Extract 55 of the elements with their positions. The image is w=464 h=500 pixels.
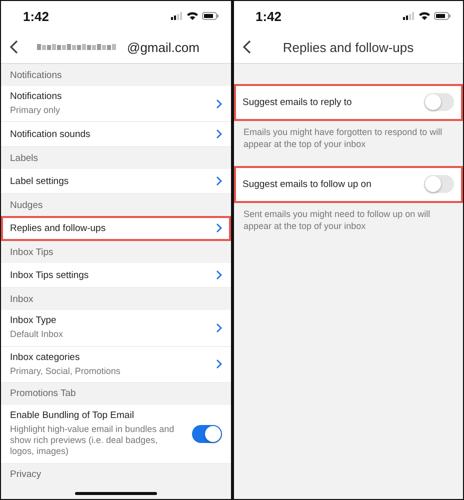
setting-subtitle: Primary, Social, Promotions — [10, 366, 122, 377]
settings-row[interactable]: Label settings — [1, 169, 230, 194]
chevron-right-icon — [216, 322, 222, 333]
settings-row[interactable]: Suggest emails to follow up on — [234, 166, 463, 204]
chevron-right-icon — [216, 359, 222, 370]
settings-row[interactable]: Notification sounds — [1, 122, 230, 148]
setting-subtitle: Primary only — [10, 105, 62, 116]
section-header: Promotions Tab — [9, 387, 77, 402]
section-header: Labels — [9, 152, 39, 166]
section-header: Inbox Tips — [9, 246, 54, 260]
section-header: Privacy — [9, 468, 42, 482]
chevron-right-icon — [216, 98, 222, 109]
toggle-switch[interactable] — [424, 93, 454, 111]
setting-label: Suggest emails to reply to — [242, 96, 353, 108]
setting-label: Notification sounds — [10, 128, 92, 140]
settings-row[interactable]: Inbox categories Primary, Social, Promotions — [1, 346, 230, 383]
setting-label: Enable Bundling of Top Email — [10, 410, 135, 421]
chevron-right-icon — [216, 176, 222, 186]
back-icon[interactable] — [9, 40, 19, 54]
back-icon[interactable] — [242, 40, 252, 54]
settings-row[interactable]: Suggest emails to reply to — [234, 84, 463, 121]
setting-label: Inbox categories — [10, 352, 81, 362]
settings-row[interactable]: Notifications Primary only — [1, 86, 230, 122]
setting-subtitle: Highlight high-value email in bundles and show rich previews (i.e. deal badges, logos, images) — [10, 424, 176, 458]
settings-row[interactable]: Inbox Tips settings — [1, 263, 230, 288]
status-time: 1:42 — [256, 8, 282, 24]
settings-row[interactable]: Enable Bundling of Top Email Highlight high-value email in bundles and show rich previews (i.e. deal badges, logos, images) — [1, 404, 230, 464]
setting-label: Label settings — [10, 176, 70, 187]
signal-icon — [170, 12, 182, 20]
setting-label: Notifications — [10, 91, 63, 102]
screen-title: Replies and follow-ups — [282, 40, 415, 54]
setting-description: Emails you might have forgotten to respond to will appear at the top of your inbox — [242, 126, 444, 151]
battery-icon — [434, 12, 451, 20]
setting-description: Sent emails you might need to follow up on will appear at the top of your inbox — [242, 208, 432, 234]
section-header: Nudges — [9, 198, 44, 213]
signal-icon — [403, 12, 415, 20]
section-header: Notifications — [9, 68, 63, 82]
chevron-right-icon — [216, 270, 222, 280]
section-header: Inbox — [9, 292, 34, 307]
wifi-icon — [419, 12, 430, 20]
status-time: 1:42 — [23, 8, 50, 24]
wifi-icon — [186, 12, 198, 20]
setting-subtitle: Default Inbox — [10, 329, 64, 340]
settings-row[interactable]: Inbox Type Default Inbox — [1, 310, 230, 346]
setting-label: Inbox Type — [10, 315, 58, 326]
setting-label: Replies and follow-ups — [10, 222, 107, 234]
settings-row[interactable]: Replies and follow-ups — [1, 216, 230, 242]
chevron-right-icon — [216, 129, 222, 140]
toggle-switch[interactable] — [424, 175, 454, 194]
battery-icon — [202, 12, 218, 20]
setting-label: Inbox Tips settings — [10, 270, 90, 281]
setting-label: Suggest emails to follow up on — [242, 178, 372, 190]
chevron-right-icon — [216, 223, 222, 234]
email-address: @gmail.com — [127, 40, 200, 54]
toggle-switch[interactable] — [192, 424, 222, 443]
